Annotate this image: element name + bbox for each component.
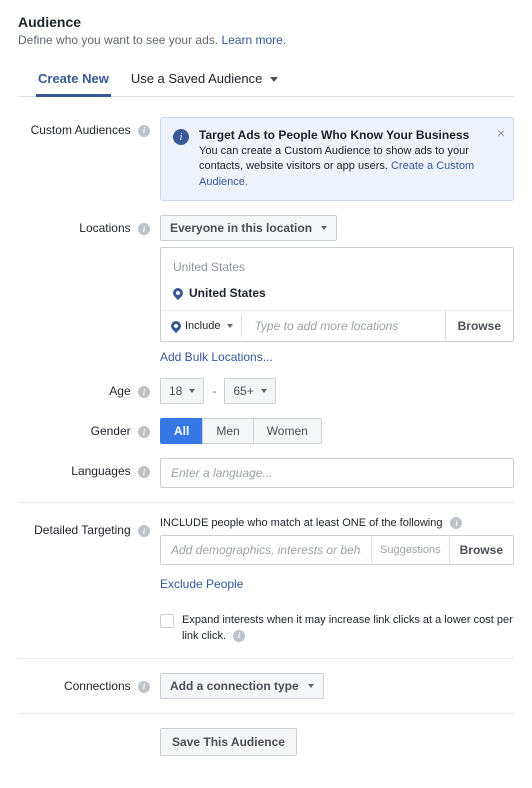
- location-scope-dropdown[interactable]: Everyone in this location: [160, 215, 337, 241]
- tab-bar: Create New Use a Saved Audience: [18, 63, 514, 97]
- chevron-down-icon: [270, 77, 278, 82]
- info-icon[interactable]: i: [138, 426, 150, 438]
- location-item[interactable]: United States: [161, 280, 513, 310]
- label-custom-audiences: Custom Audiences i: [18, 117, 160, 137]
- gender-men-button[interactable]: Men: [202, 418, 253, 444]
- languages-input[interactable]: [160, 458, 514, 488]
- gender-women-button[interactable]: Women: [253, 418, 322, 444]
- gender-toggle: All Men Women: [160, 418, 514, 444]
- chevron-down-icon: [308, 684, 314, 688]
- tab-saved-audience[interactable]: Use a Saved Audience: [129, 63, 280, 96]
- close-icon[interactable]: ×: [497, 126, 505, 140]
- label-languages: Languages i: [18, 458, 160, 478]
- chevron-down-icon: [261, 389, 267, 393]
- label-locations: Locations i: [18, 215, 160, 235]
- info-icon[interactable]: i: [138, 386, 150, 398]
- page-title: Audience: [18, 14, 514, 30]
- info-icon[interactable]: i: [138, 681, 150, 693]
- info-icon[interactable]: i: [450, 517, 462, 529]
- custom-audience-callout: i Target Ads to People Who Know Your Bus…: [160, 117, 514, 201]
- chevron-down-icon: [227, 324, 233, 328]
- info-icon[interactable]: i: [138, 466, 150, 478]
- pin-icon: [171, 286, 185, 300]
- pin-icon: [169, 319, 183, 333]
- info-icon[interactable]: i: [138, 223, 150, 235]
- label-detailed-targeting: Detailed Targeting i: [18, 517, 160, 537]
- chevron-down-icon: [189, 389, 195, 393]
- gender-all-button[interactable]: All: [160, 418, 203, 444]
- page-subtitle: Define who you want to see your ads. Lea…: [18, 33, 514, 47]
- label-age: Age i: [18, 378, 160, 398]
- info-icon[interactable]: i: [138, 125, 150, 137]
- connections-dropdown[interactable]: Add a connection type: [160, 673, 324, 699]
- info-icon[interactable]: i: [138, 525, 150, 537]
- include-dropdown[interactable]: Include: [161, 312, 241, 340]
- suggestions-button[interactable]: Suggestions: [371, 537, 449, 563]
- label-connections: Connections i: [18, 673, 160, 693]
- exclude-people-link[interactable]: Exclude People: [160, 577, 243, 591]
- chevron-down-icon: [321, 226, 327, 230]
- location-input[interactable]: [248, 311, 444, 341]
- tab-create-new[interactable]: Create New: [36, 63, 111, 96]
- include-heading: INCLUDE people who match at least ONE of…: [160, 517, 514, 529]
- label-gender: Gender i: [18, 418, 160, 438]
- browse-locations-button[interactable]: Browse: [445, 311, 513, 341]
- learn-more-link[interactable]: Learn more.: [221, 33, 286, 47]
- locations-box: United States United States Include: [160, 247, 514, 342]
- info-icon: i: [173, 129, 189, 145]
- targeting-input[interactable]: [161, 536, 371, 564]
- age-max-dropdown[interactable]: 65+: [224, 378, 275, 404]
- age-min-dropdown[interactable]: 18: [160, 378, 204, 404]
- expand-interests-label: Expand interests when it may increase li…: [182, 613, 514, 644]
- add-bulk-locations-link[interactable]: Add Bulk Locations...: [160, 350, 273, 364]
- browse-targeting-button[interactable]: Browse: [449, 536, 513, 564]
- info-icon[interactable]: i: [233, 630, 245, 642]
- save-audience-button[interactable]: Save This Audience: [160, 728, 297, 756]
- expand-interests-checkbox[interactable]: [160, 614, 174, 628]
